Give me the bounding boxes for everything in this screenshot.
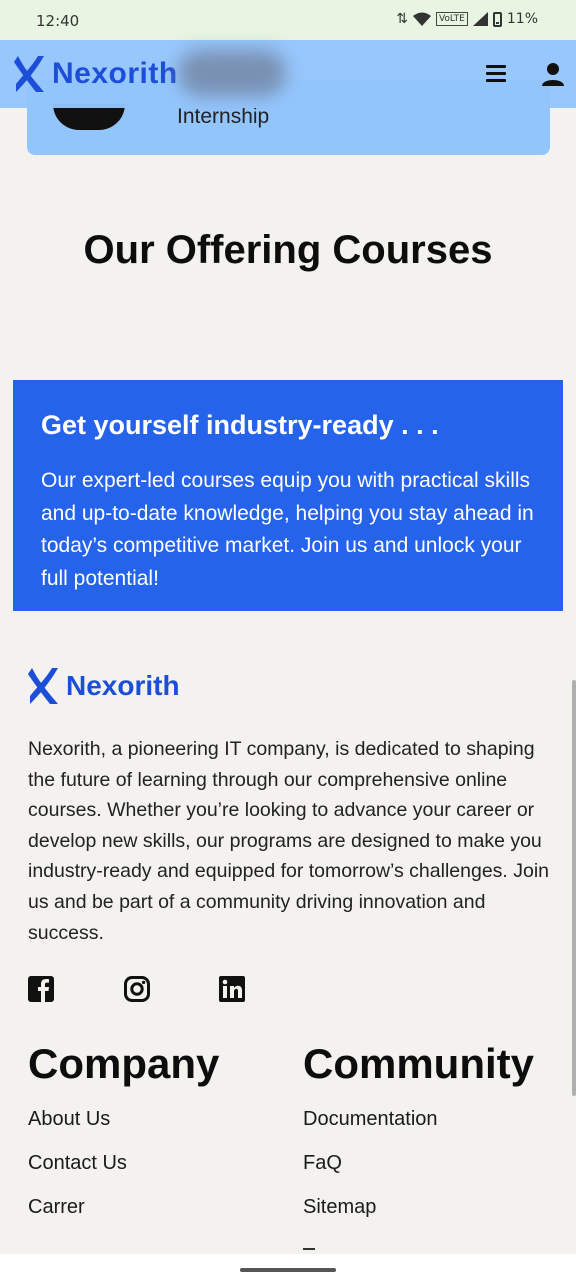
- faq-link[interactable]: FaQ: [303, 1152, 534, 1196]
- documentation-link[interactable]: Documentation: [303, 1108, 534, 1152]
- navigation-area: [0, 1254, 576, 1280]
- volte-label: VoLTE: [435, 12, 468, 26]
- card-label: Internship: [177, 105, 270, 128]
- footer-description: Nexorith, a pioneering IT company, is de…: [28, 738, 550, 944]
- status-icons: ⇅ VoLTE 11%: [396, 11, 538, 27]
- footer-brand: Nexorith: [66, 670, 180, 701]
- blurred-region: [178, 50, 286, 96]
- company-column: Company About Us Contact Us Carrer: [28, 1040, 219, 1240]
- user-icon[interactable]: [541, 62, 565, 86]
- battery-level: 11%: [506, 11, 538, 27]
- header-logo[interactable]: Nexorith: [14, 54, 178, 94]
- status-time: 12:40: [36, 12, 80, 30]
- nexorith-logo-icon: [28, 668, 58, 704]
- hamburger-menu-icon[interactable]: [486, 65, 506, 82]
- community-title: Community: [303, 1040, 534, 1087]
- battery-icon: [492, 11, 502, 27]
- clipped-link: [303, 1248, 315, 1250]
- banner-title: Get yourself industry-ready . . .: [41, 410, 439, 440]
- contact-us-link[interactable]: Contact Us: [28, 1152, 219, 1196]
- signal-icon: [472, 12, 488, 26]
- gesture-handle[interactable]: [240, 1268, 336, 1272]
- section-heading: Our Offering Courses: [83, 228, 493, 272]
- footer-logo[interactable]: Nexorith: [28, 666, 180, 706]
- header-brand: Nexorith: [52, 57, 178, 90]
- about-us-link[interactable]: About Us: [28, 1108, 219, 1152]
- community-column: Community Documentation FaQ Sitemap: [303, 1040, 534, 1240]
- company-title: Company: [28, 1040, 220, 1087]
- banner-text: Our expert-led courses equip you with pr…: [41, 469, 534, 590]
- facebook-icon[interactable]: [28, 976, 54, 1002]
- wifi-icon: [412, 12, 431, 26]
- instagram-icon[interactable]: [124, 976, 150, 1002]
- sitemap-link[interactable]: Sitemap: [303, 1196, 534, 1240]
- linkedin-icon[interactable]: [219, 976, 245, 1002]
- scrollbar[interactable]: [572, 680, 576, 1096]
- top-navbar: Nexorith: [0, 40, 576, 108]
- career-link[interactable]: Carrer: [28, 1196, 219, 1240]
- industry-ready-banner: Get yourself industry-ready . . . Our ex…: [13, 380, 563, 611]
- status-bar: 12:40 ⇅ VoLTE 11%: [0, 0, 576, 40]
- nexorith-logo-icon: [14, 56, 44, 92]
- data-arrows-icon: ⇅: [396, 11, 408, 27]
